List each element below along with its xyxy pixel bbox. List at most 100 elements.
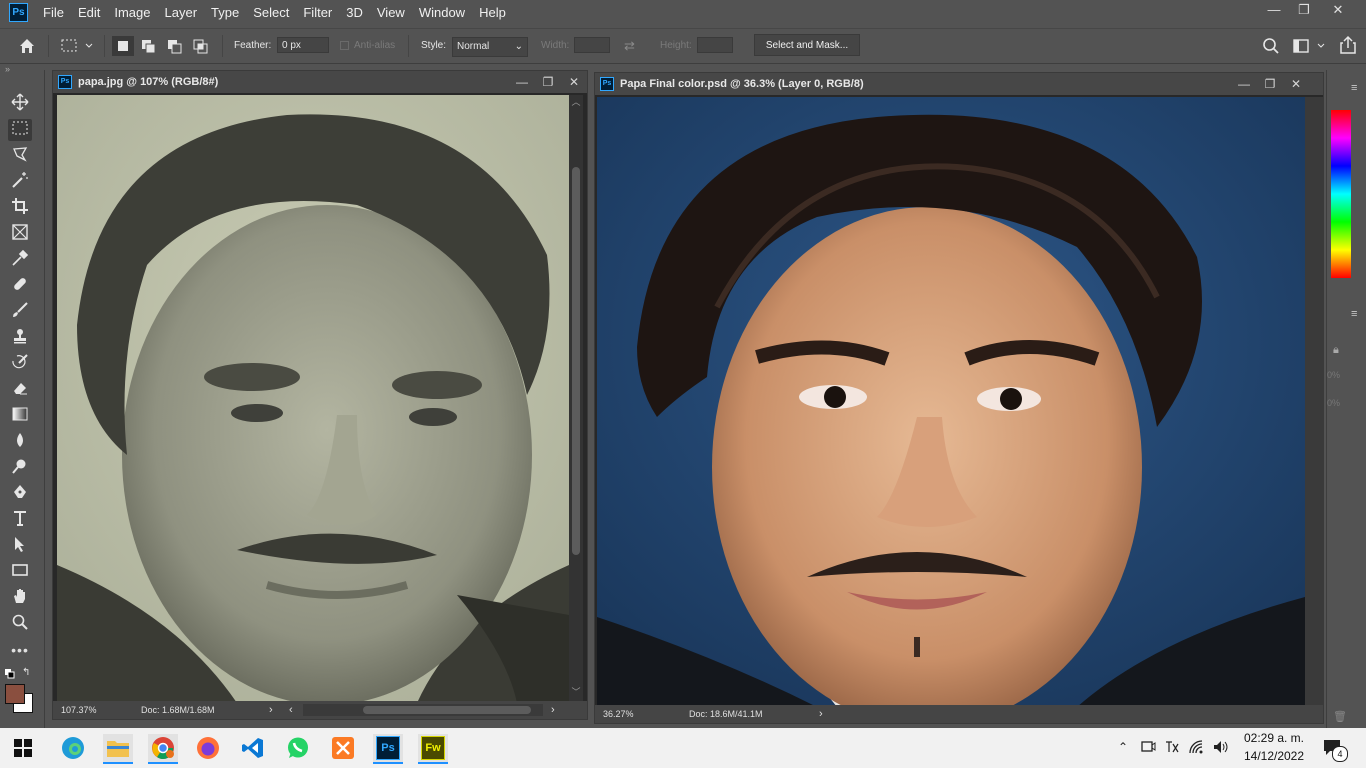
trash-icon[interactable]: 🗑︎	[1333, 710, 1347, 723]
doc2-zoom[interactable]: 36.27%	[595, 709, 689, 719]
magic-wand-tool[interactable]	[8, 171, 32, 193]
chevron-left-icon[interactable]: ‹	[289, 704, 303, 716]
menu-filter[interactable]: Filter	[296, 5, 339, 20]
app-minimize-button[interactable]: —	[1258, 0, 1290, 20]
chrome-icon[interactable]	[148, 734, 178, 764]
doc2-vertical-scrollbar[interactable]	[1305, 97, 1323, 707]
file-explorer-icon[interactable]	[103, 734, 133, 764]
path-select-tool[interactable]	[8, 535, 32, 557]
menu-view[interactable]: View	[370, 5, 412, 20]
doc2-close-button[interactable]: ✕	[1283, 77, 1309, 91]
swap-colors-icon[interactable]: ↰	[22, 667, 30, 678]
panel-menu-icon[interactable]: ≡	[1351, 82, 1357, 94]
menu-type[interactable]: Type	[204, 5, 246, 20]
whatsapp-icon[interactable]	[283, 734, 313, 762]
add-selection-icon[interactable]	[138, 36, 160, 56]
hand-tool[interactable]	[8, 587, 32, 609]
subtract-selection-icon[interactable]	[164, 36, 186, 56]
antialias-checkbox[interactable]	[340, 41, 349, 50]
healing-tool[interactable]	[8, 275, 32, 297]
doc1-vertical-scrollbar[interactable]: ︿ ﹀	[569, 95, 583, 703]
chevron-up-icon[interactable]: ⌃	[1118, 740, 1128, 754]
doc2-titlebar[interactable]: Ps Papa Final color.psd @ 36.3% (Layer 0…	[595, 73, 1323, 95]
clock-time[interactable]: 02:29 a. m.	[1238, 731, 1310, 745]
default-colors-icon[interactable]	[5, 668, 15, 679]
swap-icon[interactable]: ⇄	[624, 38, 642, 54]
collapse-icon[interactable]: »	[5, 64, 10, 74]
opacity-value[interactable]: 0%	[1327, 370, 1357, 384]
chevron-right-icon[interactable]: ›	[543, 704, 565, 716]
doc1-titlebar[interactable]: Ps papa.jpg @ 107% (RGB/8#) — ❐ ✕	[53, 71, 587, 93]
doc1-close-button[interactable]: ✕	[561, 75, 587, 89]
menu-help[interactable]: Help	[472, 5, 513, 20]
pen-tool[interactable]	[8, 483, 32, 505]
menu-layer[interactable]: Layer	[158, 5, 205, 20]
eyedropper-tool[interactable]	[8, 249, 32, 271]
chevron-down-icon[interactable]: ﹀	[569, 685, 583, 698]
workspace-icon[interactable]	[1292, 37, 1328, 55]
meet-now-icon[interactable]	[1140, 739, 1158, 757]
marquee-preset-icon[interactable]	[60, 37, 96, 55]
windows-start-icon[interactable]	[8, 734, 38, 762]
gradient-tool[interactable]	[8, 405, 32, 427]
menu-3d[interactable]: 3D	[339, 5, 370, 20]
home-icon[interactable]	[18, 37, 38, 55]
color-spectrum[interactable]	[1331, 110, 1351, 278]
foreground-color-swatch[interactable]	[5, 684, 25, 704]
eraser-tool[interactable]	[8, 379, 32, 401]
doc1-restore-button[interactable]: ❐	[535, 75, 561, 89]
style-select[interactable]: Normal ⌄	[452, 37, 528, 57]
more-tools[interactable]: •••	[8, 639, 32, 661]
move-tool[interactable]	[8, 93, 32, 115]
doc1-scroll-thumb[interactable]	[572, 167, 580, 555]
photoshop-icon[interactable]: Ps	[373, 734, 403, 764]
rectangle-tool[interactable]	[8, 561, 32, 583]
zoom-tool[interactable]	[8, 613, 32, 635]
doc1-minimize-button[interactable]: —	[509, 75, 535, 89]
xampp-icon[interactable]	[328, 734, 358, 762]
feather-input[interactable]: 0 px	[277, 37, 329, 53]
doc1-horizontal-scrollbar[interactable]	[303, 704, 543, 716]
blur-tool[interactable]	[8, 431, 32, 453]
lock-icon[interactable]: 🔒︎	[1333, 344, 1339, 357]
doc2-restore-button[interactable]: ❐	[1257, 77, 1283, 91]
stamp-tool[interactable]	[8, 327, 32, 349]
height-input[interactable]	[697, 37, 733, 53]
notification-center-icon[interactable]: 4	[1322, 738, 1348, 762]
intersect-selection-icon[interactable]	[190, 36, 212, 56]
select-and-mask-button[interactable]: Select and Mask...	[754, 34, 860, 56]
share-icon[interactable]	[1338, 35, 1358, 55]
chevron-right-icon[interactable]: ›	[819, 708, 839, 720]
fill-value[interactable]: 0%	[1327, 398, 1357, 412]
rect-marquee-tool[interactable]	[8, 119, 32, 141]
vscode-icon[interactable]	[238, 734, 268, 762]
chevron-up-icon[interactable]: ︿	[569, 95, 583, 108]
chevron-right-icon[interactable]: ›	[269, 704, 289, 716]
volume-icon[interactable]	[1212, 739, 1230, 757]
wifi-icon[interactable]	[1188, 739, 1206, 757]
menu-image[interactable]: Image	[107, 5, 157, 20]
app-close-button[interactable]: ✕	[1322, 0, 1354, 20]
search-icon[interactable]	[1262, 37, 1282, 55]
history-brush-tool[interactable]	[8, 353, 32, 375]
doc1-hscroll-thumb[interactable]	[363, 706, 531, 714]
menu-file[interactable]: File	[36, 5, 71, 20]
app-restore-button[interactable]: ❐	[1288, 0, 1320, 20]
width-input[interactable]	[574, 37, 610, 53]
doc1-zoom[interactable]: 107.37%	[53, 705, 141, 715]
firefox-icon[interactable]	[193, 734, 223, 762]
crop-tool[interactable]	[8, 197, 32, 219]
frame-tool[interactable]	[8, 223, 32, 245]
menu-window[interactable]: Window	[412, 5, 472, 20]
fireworks-icon[interactable]: Fw	[418, 734, 448, 764]
edge-icon[interactable]	[58, 734, 88, 762]
new-selection-icon[interactable]	[112, 36, 134, 56]
menu-edit[interactable]: Edit	[71, 5, 107, 20]
type-tool[interactable]	[8, 509, 32, 531]
doc1-canvas[interactable]	[57, 95, 569, 703]
clock-date[interactable]: 14/12/2022	[1238, 749, 1310, 763]
language-icon[interactable]	[1164, 739, 1182, 757]
lasso-tool[interactable]	[8, 145, 32, 167]
doc2-canvas[interactable]	[597, 97, 1305, 707]
menu-select[interactable]: Select	[246, 5, 296, 20]
